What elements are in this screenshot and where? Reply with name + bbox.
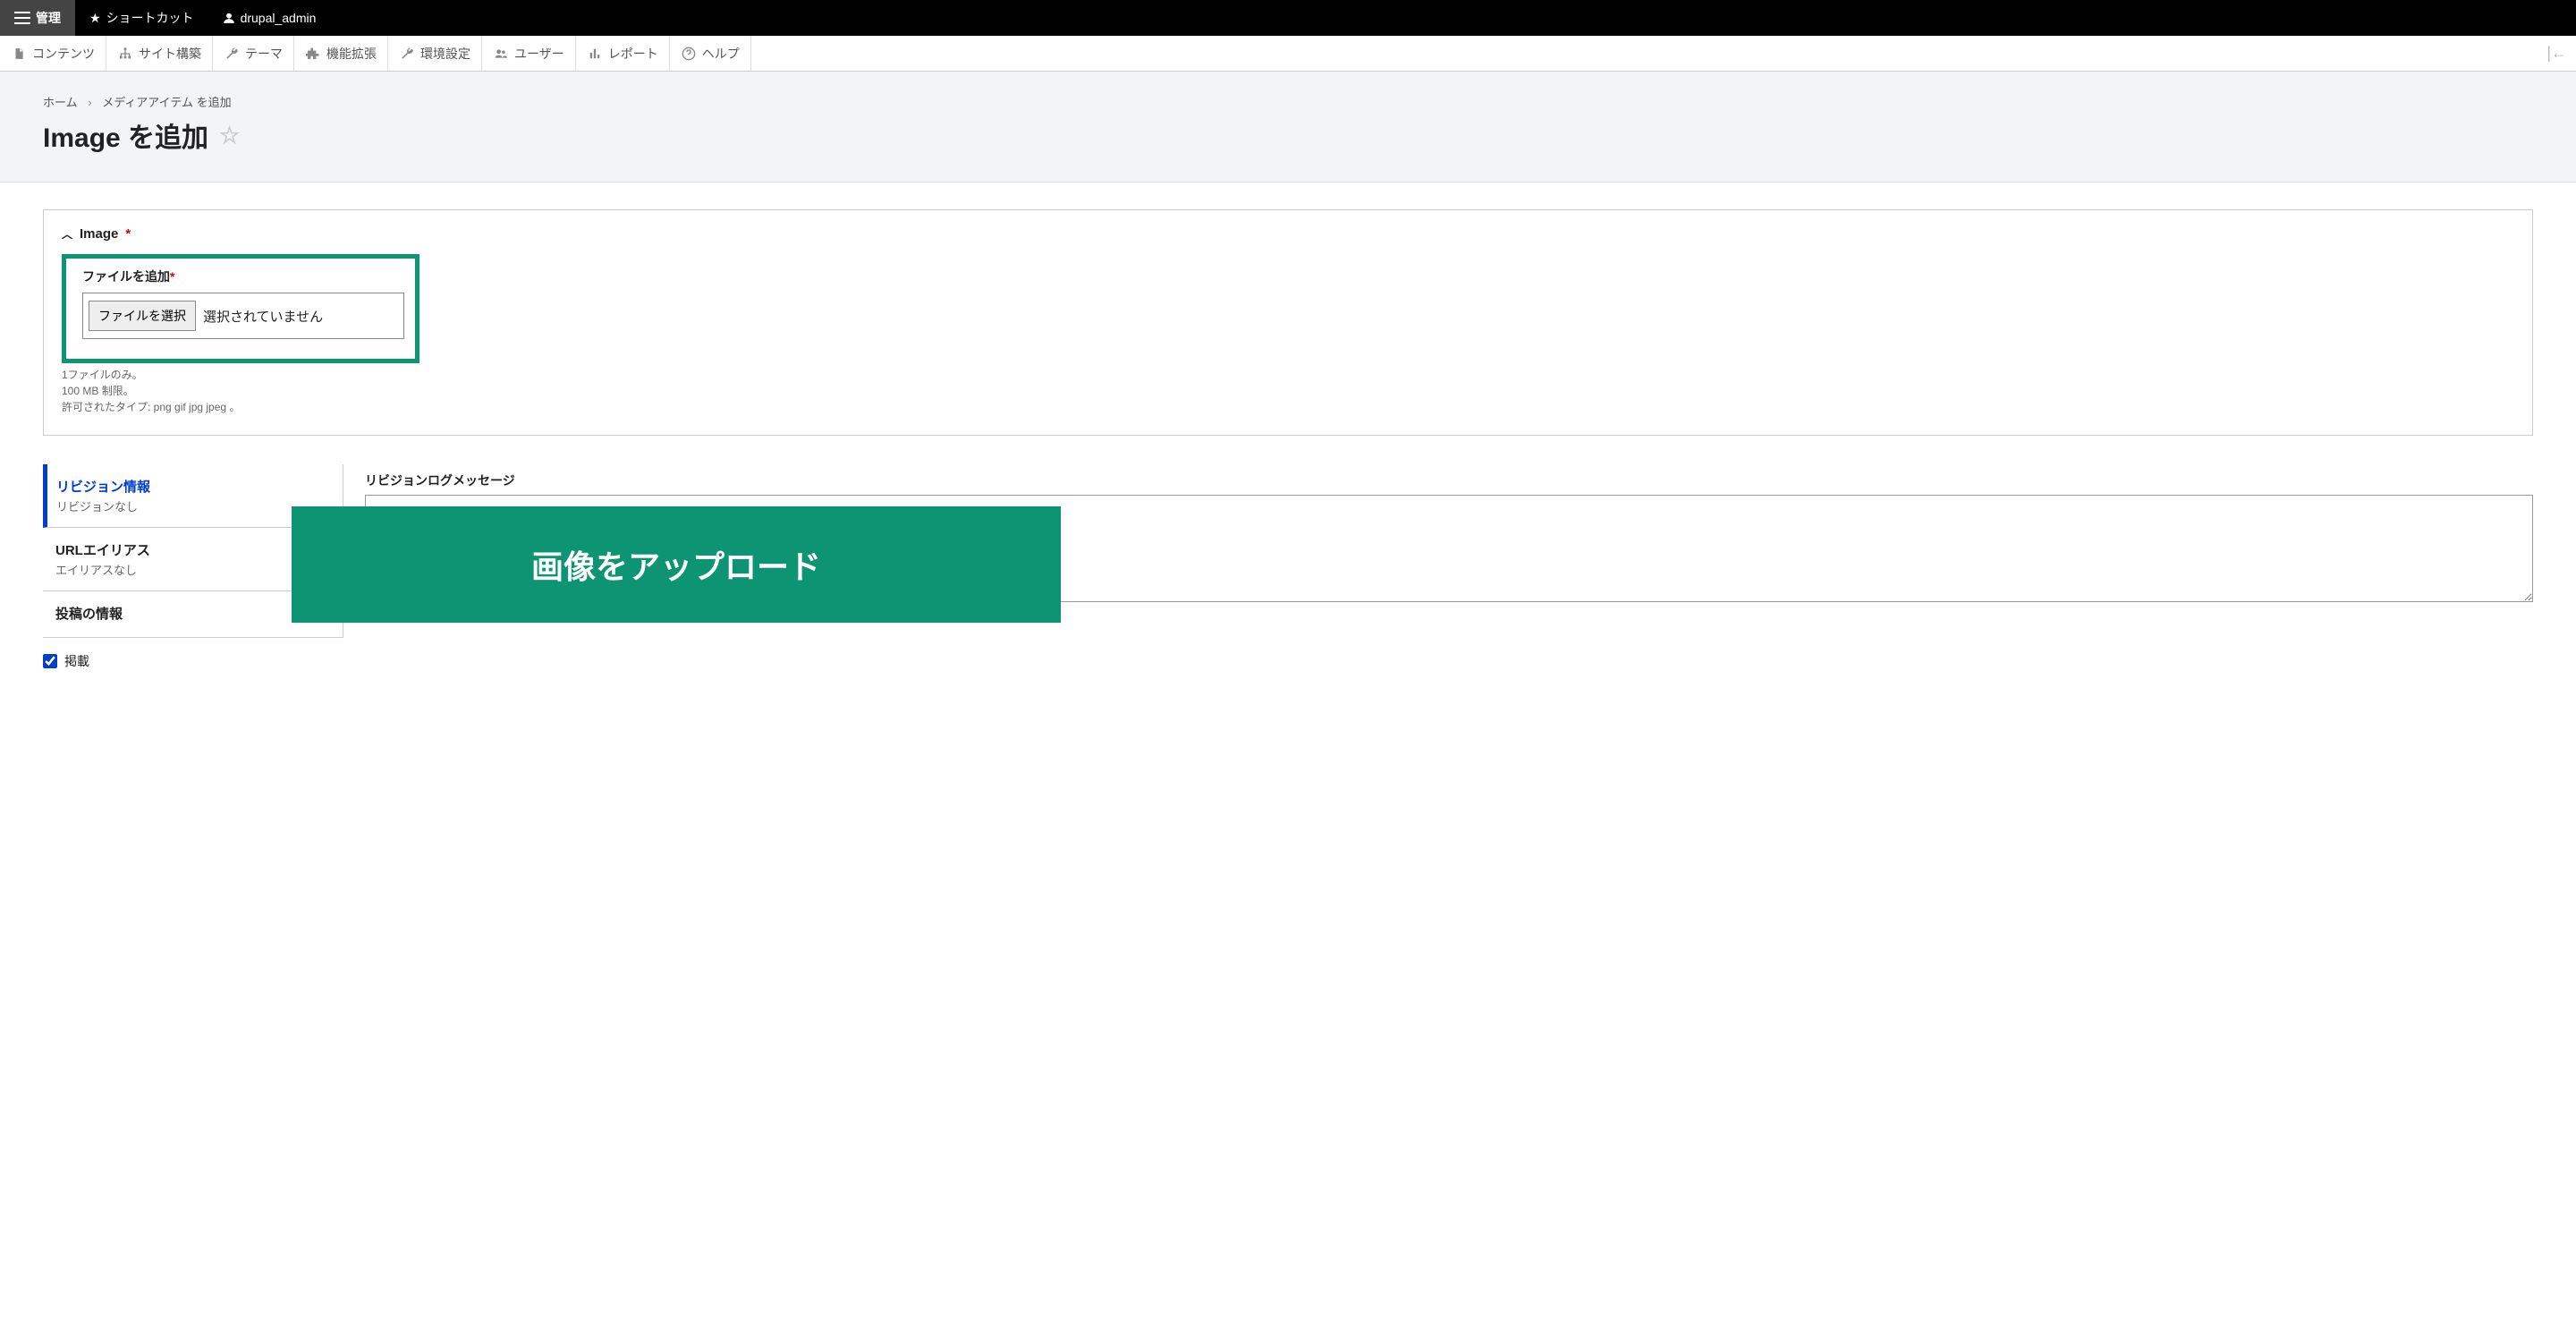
published-label: 掲載: [64, 652, 89, 670]
image-panel: ︿ Image * ファイルを追加* ファイルを選択 選択されていません 1ファ…: [43, 209, 2533, 436]
chevron-up-icon: ︿: [62, 226, 72, 242]
choose-file-button[interactable]: ファイルを選択: [89, 301, 196, 331]
shortcuts-link[interactable]: ★ ショートカット: [75, 0, 208, 36]
image-panel-title: Image: [80, 226, 118, 242]
menu-structure[interactable]: サイト構築: [106, 36, 213, 71]
collapse-toolbar[interactable]: |←: [2538, 44, 2576, 63]
help-icon: [681, 47, 697, 61]
upload-highlight: ファイルを追加* ファイルを選択 選択されていません: [62, 254, 419, 363]
image-panel-toggle[interactable]: ︿ Image *: [62, 226, 2514, 242]
breadcrumb-home[interactable]: ホーム: [43, 96, 78, 109]
menu-people-label: ユーザー: [514, 45, 564, 63]
file-hints: 1ファイルのみ。 100 MB 制限。 許可されたタイプ: png gif jp…: [62, 367, 2514, 415]
people-icon: [493, 47, 509, 60]
user-label: drupal_admin: [241, 11, 317, 25]
manage-toggle[interactable]: 管理: [0, 0, 75, 36]
menu-config[interactable]: 環境設定: [388, 36, 482, 71]
top-toolbar: 管理 ★ ショートカット drupal_admin: [0, 0, 2576, 36]
user-icon: [223, 12, 235, 24]
structure-icon: [117, 47, 133, 61]
menu-structure-label: サイト構築: [139, 45, 201, 63]
collapse-icon: |←: [2546, 44, 2567, 62]
required-marker: *: [125, 226, 131, 242]
page-title: Image を追加 ☆: [43, 115, 2533, 155]
menu-help[interactable]: ヘルプ: [670, 36, 751, 71]
file-input-row: ファイルを選択 選択されていません: [82, 293, 404, 339]
menu-help-label: ヘルプ: [702, 45, 740, 63]
menu-appearance-label: テーマ: [245, 45, 283, 63]
chart-icon: [587, 47, 603, 60]
menu-extend-label: 機能拡張: [326, 45, 377, 63]
revision-log-label: リビジョンログメッセージ: [365, 471, 2533, 489]
add-file-label: ファイルを追加*: [82, 268, 399, 285]
admin-menu: コンテンツ サイト構築 テーマ 機能拡張 環境設定 ユーザー レポート: [0, 36, 2576, 72]
menu-reports[interactable]: レポート: [576, 36, 670, 71]
menu-appearance[interactable]: テーマ: [213, 36, 294, 71]
user-link[interactable]: drupal_admin: [208, 0, 331, 36]
puzzle-icon: [305, 47, 321, 61]
shortcuts-label: ショートカット: [106, 9, 194, 27]
wrench-icon: [224, 47, 240, 61]
breadcrumb-add-media[interactable]: メディアアイテム を追加: [102, 96, 231, 109]
menu-content[interactable]: コンテンツ: [0, 36, 106, 71]
hint-size: 100 MB 制限。: [62, 383, 2514, 399]
published-checkbox[interactable]: [43, 654, 57, 668]
annotation-banner: 画像をアップロード: [292, 506, 1061, 623]
published-row: 掲載: [43, 652, 2533, 670]
hamburger-icon: [14, 12, 30, 24]
breadcrumb: ホーム › メディアアイテム を追加: [43, 93, 2533, 110]
manage-label: 管理: [36, 9, 61, 27]
hint-one-file: 1ファイルのみ。: [62, 367, 2514, 383]
required-marker-2: *: [170, 269, 174, 284]
menu-config-label: 環境設定: [420, 45, 470, 63]
menu-people[interactable]: ユーザー: [482, 36, 576, 71]
menu-reports-label: レポート: [608, 45, 658, 63]
star-icon: ★: [89, 11, 101, 26]
page-title-text: Image を追加: [43, 115, 208, 155]
menu-extend[interactable]: 機能拡張: [294, 36, 388, 71]
favorite-star-icon[interactable]: ☆: [219, 122, 240, 149]
annotation-text: 画像をアップロード: [531, 541, 821, 588]
no-file-text: 選択されていません: [203, 307, 323, 326]
wrench2-icon: [399, 47, 415, 61]
hint-types: 許可されたタイプ: png gif jpg jpeg 。: [62, 399, 2514, 415]
tab-revision-title: リビジョン情報: [56, 477, 335, 496]
menu-content-label: コンテンツ: [32, 45, 95, 63]
document-icon: [11, 47, 27, 61]
breadcrumb-sep: ›: [88, 96, 91, 109]
header-region: ホーム › メディアアイテム を追加 Image を追加 ☆: [0, 72, 2576, 183]
